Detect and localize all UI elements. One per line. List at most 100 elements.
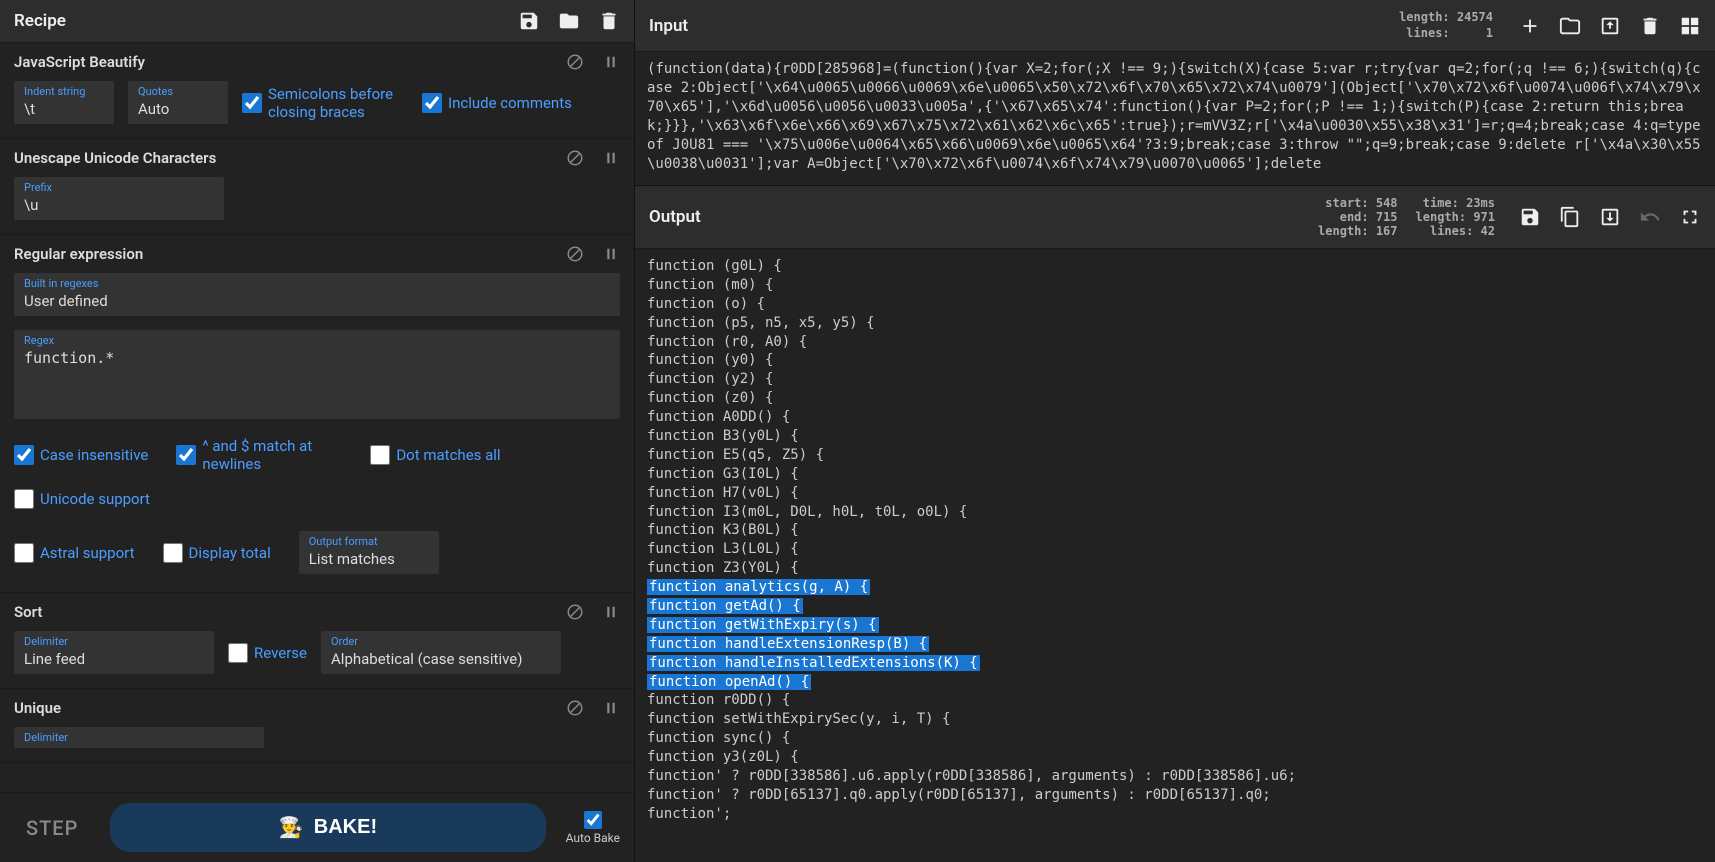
output-line: function (y2) { xyxy=(647,370,1703,389)
replace-input-icon[interactable] xyxy=(1599,206,1621,228)
breakpoint-icon[interactable] xyxy=(602,53,620,71)
output-line: function getAd() { xyxy=(647,597,1703,616)
sort-delimiter-field[interactable]: Delimiter Line feed xyxy=(14,631,214,674)
output-line: function r0DD() { xyxy=(647,691,1703,710)
disable-op-icon[interactable] xyxy=(566,699,584,717)
output-line: function getWithExpiry(s) { xyxy=(647,616,1703,635)
op-title: Unique xyxy=(14,699,61,717)
builtin-regex-field[interactable]: Built in regexes User defined xyxy=(14,273,620,316)
op-title: JavaScript Beautify xyxy=(14,53,145,71)
op-unescape-unicode: Unescape Unicode Characters Prefix \u xyxy=(0,139,634,235)
dotall-checkbox[interactable]: Dot matches all xyxy=(370,437,500,473)
display-total-checkbox[interactable]: Display total xyxy=(163,531,271,574)
breakpoint-icon[interactable] xyxy=(602,603,620,621)
multiline-checkbox[interactable]: ^ and $ match at newlines xyxy=(176,437,342,473)
recipe-footer: STEP 👨‍🍳 BAKE! Auto Bake xyxy=(0,792,634,862)
op-unique: Unique Delimiter xyxy=(0,689,634,763)
output-line: function' ? r0DD[338586].u6.apply(r0DD[3… xyxy=(647,767,1703,786)
open-folder-icon[interactable] xyxy=(1559,15,1581,37)
input-content[interactable]: (function(data){r0DD[285968]=(function()… xyxy=(635,52,1715,185)
prefix-field[interactable]: Prefix \u xyxy=(14,177,224,220)
recipe-panel: Recipe JavaScript Beautify Indent string… xyxy=(0,0,635,862)
semicolons-checkbox[interactable]: Semicolons before closing braces xyxy=(242,85,408,121)
undo-icon[interactable] xyxy=(1639,206,1661,228)
quotes-field[interactable]: Quotes Auto xyxy=(128,81,228,124)
step-button[interactable]: STEP xyxy=(14,810,90,846)
save-output-icon[interactable] xyxy=(1519,206,1541,228)
output-line: function (z0) { xyxy=(647,389,1703,408)
reset-layout-icon[interactable] xyxy=(1679,15,1701,37)
clear-recipe-icon[interactable] xyxy=(598,10,620,32)
add-input-icon[interactable] xyxy=(1519,15,1541,37)
input-title: Input xyxy=(649,16,688,36)
breakpoint-icon[interactable] xyxy=(602,149,620,167)
op-title: Regular expression xyxy=(14,245,143,263)
regex-input[interactable] xyxy=(24,349,610,409)
output-line: function I3(m0L, D0L, h0L, t0L, o0L) { xyxy=(647,503,1703,522)
auto-bake-toggle[interactable]: Auto Bake xyxy=(566,811,620,845)
output-line: function openAd() { xyxy=(647,673,1703,692)
output-line: function A0DD() { xyxy=(647,408,1703,427)
case-insensitive-checkbox[interactable]: Case insensitive xyxy=(14,437,148,473)
copy-output-icon[interactable] xyxy=(1559,206,1581,228)
disable-op-icon[interactable] xyxy=(566,149,584,167)
disable-op-icon[interactable] xyxy=(566,603,584,621)
output-area: Output start: 548time: 23ms end: 715leng… xyxy=(635,185,1715,862)
recipe-header: Recipe xyxy=(0,0,634,43)
recipe-title: Recipe xyxy=(14,11,66,31)
output-line: function E5(q5, Z5) { xyxy=(647,446,1703,465)
input-meta: length: 24574 lines: 1 xyxy=(1399,10,1493,41)
bake-button[interactable]: 👨‍🍳 BAKE! xyxy=(110,803,545,852)
save-recipe-icon[interactable] xyxy=(518,10,540,32)
output-line: function y3(z0L) { xyxy=(647,748,1703,767)
op-title: Sort xyxy=(14,603,42,621)
op-sort: Sort Delimiter Line feed Reverse Order A… xyxy=(0,593,634,689)
output-line: function (o) { xyxy=(647,295,1703,314)
output-line: function'; xyxy=(647,805,1703,824)
regex-field[interactable]: Regex xyxy=(14,330,620,419)
output-line: function (p5, n5, x5, y5) { xyxy=(647,314,1703,333)
unicode-checkbox[interactable]: Unicode support xyxy=(14,489,150,509)
reverse-checkbox[interactable]: Reverse xyxy=(228,643,307,663)
output-line: function H7(v0L) { xyxy=(647,484,1703,503)
input-header: Input length: 24574 lines: 1 xyxy=(635,0,1715,52)
unique-delimiter-field[interactable]: Delimiter xyxy=(14,727,264,748)
breakpoint-icon[interactable] xyxy=(602,245,620,263)
output-line: function Z3(Y0L) { xyxy=(647,559,1703,578)
output-line: function handleInstalledExtensions(K) { xyxy=(647,654,1703,673)
open-file-icon[interactable] xyxy=(1599,15,1621,37)
maximize-output-icon[interactable] xyxy=(1679,206,1701,228)
chef-icon: 👨‍🍳 xyxy=(279,815,304,840)
output-line: function (y0) { xyxy=(647,351,1703,370)
output-line: function B3(y0L) { xyxy=(647,427,1703,446)
sort-order-field[interactable]: Order Alphabetical (case sensitive) xyxy=(321,631,561,674)
output-line: function (g0L) { xyxy=(647,257,1703,276)
output-header: Output start: 548time: 23ms end: 715leng… xyxy=(635,186,1715,249)
disable-op-icon[interactable] xyxy=(566,245,584,263)
output-format-field[interactable]: Output format List matches xyxy=(299,531,439,574)
clear-input-icon[interactable] xyxy=(1639,15,1661,37)
op-title: Unescape Unicode Characters xyxy=(14,149,216,167)
output-line: function analytics(g, A) { xyxy=(647,578,1703,597)
astral-checkbox[interactable]: Astral support xyxy=(14,531,135,574)
output-line: function L3(L0L) { xyxy=(647,540,1703,559)
output-line: function setWithExpirySec(y, i, T) { xyxy=(647,710,1703,729)
output-line: function' ? r0DD[65137].q0.apply(r0DD[65… xyxy=(647,786,1703,805)
op-regex: Regular expression Built in regexes User… xyxy=(0,235,634,593)
right-panel: Input length: 24574 lines: 1 (function(d… xyxy=(635,0,1715,862)
include-comments-checkbox[interactable]: Include comments xyxy=(422,93,572,113)
output-line: function K3(B0L) { xyxy=(647,521,1703,540)
breakpoint-icon[interactable] xyxy=(602,699,620,717)
output-content[interactable]: function (g0L) {function (m0) {function … xyxy=(635,249,1715,862)
recipe-body: JavaScript Beautify Indent string \t Quo… xyxy=(0,43,634,792)
output-line: function handleExtensionResp(B) { xyxy=(647,635,1703,654)
output-line: function G3(I0L) { xyxy=(647,465,1703,484)
output-line: function sync() { xyxy=(647,729,1703,748)
output-title: Output xyxy=(649,207,701,227)
disable-op-icon[interactable] xyxy=(566,53,584,71)
input-area: Input length: 24574 lines: 1 (function(d… xyxy=(635,0,1715,185)
op-js-beautify: JavaScript Beautify Indent string \t Quo… xyxy=(0,43,634,139)
output-line: function (r0, A0) { xyxy=(647,333,1703,352)
load-recipe-icon[interactable] xyxy=(558,10,580,32)
indent-field[interactable]: Indent string \t xyxy=(14,81,114,124)
